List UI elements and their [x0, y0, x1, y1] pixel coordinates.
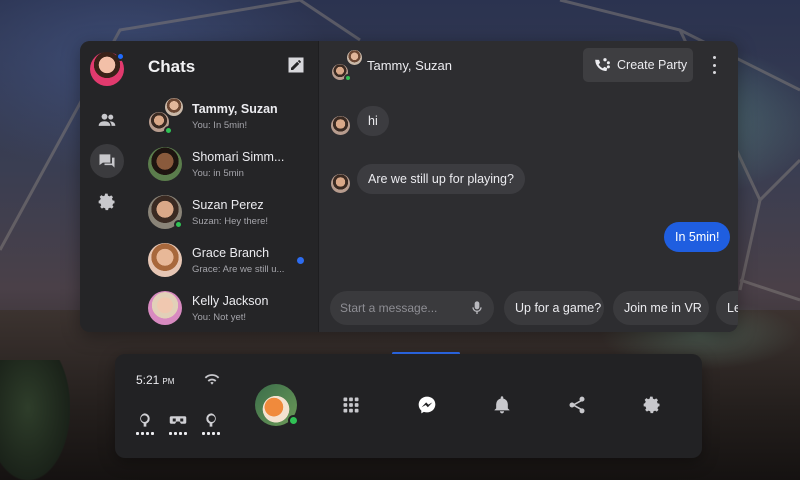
chat-bubbles-icon	[99, 154, 115, 168]
people-button[interactable]	[90, 103, 124, 137]
message-input-container	[330, 291, 494, 325]
left-controller-icon	[140, 413, 150, 427]
user-avatar[interactable]	[255, 384, 299, 426]
share-button[interactable]	[566, 394, 588, 416]
headset-icon	[169, 416, 187, 424]
chat-item-grace-branch[interactable]: Grace Branch Grace: Are we still u...	[136, 237, 319, 285]
compose-button[interactable]	[286, 55, 306, 75]
gear-icon	[98, 193, 115, 211]
chat-list-panel: Chats Tammy, Suzan You: In 5min! Shomari…	[136, 41, 319, 332]
chat-item-preview: You: in 5min	[192, 168, 244, 179]
right-controller-status[interactable]	[201, 412, 221, 436]
sender-avatar	[331, 174, 350, 193]
avatar	[148, 243, 182, 277]
microphone-button[interactable]	[469, 299, 485, 317]
message-bubble: hi	[357, 106, 389, 136]
chat-item-preview: You: In 5min!	[192, 120, 248, 131]
quick-reply-chip[interactable]: Le	[716, 291, 738, 325]
party-icon	[595, 58, 610, 71]
microphone-icon	[472, 301, 482, 314]
sender-avatar	[331, 116, 350, 135]
chats-title: Chats	[148, 57, 196, 76]
chat-item-preview: You: Not yet!	[192, 312, 247, 323]
chat-item-name: Grace Branch	[192, 246, 270, 260]
conversation-pane: Tammy, Suzan Create Party hi Are we stil…	[319, 41, 738, 332]
notification-dot	[116, 52, 125, 61]
create-party-label: Create Party	[617, 58, 688, 72]
nav-rail	[80, 41, 136, 332]
create-party-button[interactable]: Create Party	[583, 48, 693, 82]
message-bubble-mine: In 5min!	[664, 222, 731, 252]
chat-item-name: Tammy, Suzan	[192, 102, 278, 116]
chat-item-name: Kelly Jackson	[192, 294, 269, 308]
quick-reply-chip[interactable]: Join me in VR	[613, 291, 709, 325]
online-indicator	[288, 415, 299, 426]
avatar	[148, 147, 182, 181]
online-indicator	[344, 74, 352, 82]
clock-time: 5:21	[136, 373, 160, 387]
people-icon	[98, 113, 116, 126]
conversation-header: Tammy, Suzan Create Party	[319, 41, 738, 89]
chat-item-suzan-perez[interactable]: Suzan Perez Suzan: Hey there!	[136, 189, 319, 237]
chat-item-preview: Grace: Are we still u...	[192, 264, 285, 275]
messenger-button[interactable]	[416, 394, 438, 416]
right-controller-icon	[206, 413, 216, 427]
apps-button[interactable]	[340, 394, 362, 416]
chat-item-tammy-suzan[interactable]: Tammy, Suzan You: In 5min!	[136, 93, 319, 141]
battery-level	[201, 432, 221, 435]
battery-level	[135, 432, 155, 435]
online-indicator	[164, 126, 173, 135]
quick-reply-chip[interactable]: Up for a game?	[504, 291, 604, 325]
unread-dot	[297, 257, 304, 264]
messenger-window: Chats Tammy, Suzan You: In 5min! Shomari…	[80, 41, 738, 332]
chat-item-name: Suzan Perez	[192, 198, 264, 212]
chat-item-name: Shomari Simm...	[192, 150, 285, 164]
wifi-icon[interactable]	[203, 371, 221, 387]
notifications-button[interactable]	[491, 394, 513, 416]
share-icon	[569, 396, 585, 414]
gear-icon	[643, 396, 660, 414]
clock: 5:21 PM	[136, 373, 174, 387]
clock-ampm: PM	[162, 377, 175, 386]
headset-status[interactable]	[168, 412, 188, 436]
chat-item-shomari[interactable]: Shomari Simm... You: in 5min	[136, 141, 319, 189]
more-options-icon[interactable]	[708, 56, 720, 74]
chat-item-kelly-jackson[interactable]: Kelly Jackson You: Not yet!	[136, 285, 319, 332]
universal-menu-dock: 5:21 PM	[115, 354, 702, 458]
avatar	[148, 291, 182, 325]
app-grid-icon	[343, 397, 359, 413]
compose-icon	[288, 57, 304, 73]
settings-button[interactable]	[90, 185, 124, 219]
profile-avatar[interactable]	[90, 52, 125, 86]
chats-button[interactable]	[90, 144, 124, 178]
messenger-icon	[418, 396, 436, 414]
message-bubble: Are we still up for playing?	[357, 164, 525, 194]
message-input[interactable]	[340, 291, 466, 325]
avatar	[148, 195, 183, 229]
quick-settings-button[interactable]	[641, 394, 663, 416]
group-avatar	[148, 97, 186, 135]
bell-icon	[494, 396, 510, 414]
conversation-title[interactable]: Tammy, Suzan	[367, 58, 452, 73]
left-controller-status[interactable]	[135, 412, 155, 436]
chat-item-preview: Suzan: Hey there!	[192, 216, 269, 227]
online-indicator	[174, 220, 183, 229]
battery-level	[168, 432, 188, 435]
group-avatar	[331, 49, 363, 82]
